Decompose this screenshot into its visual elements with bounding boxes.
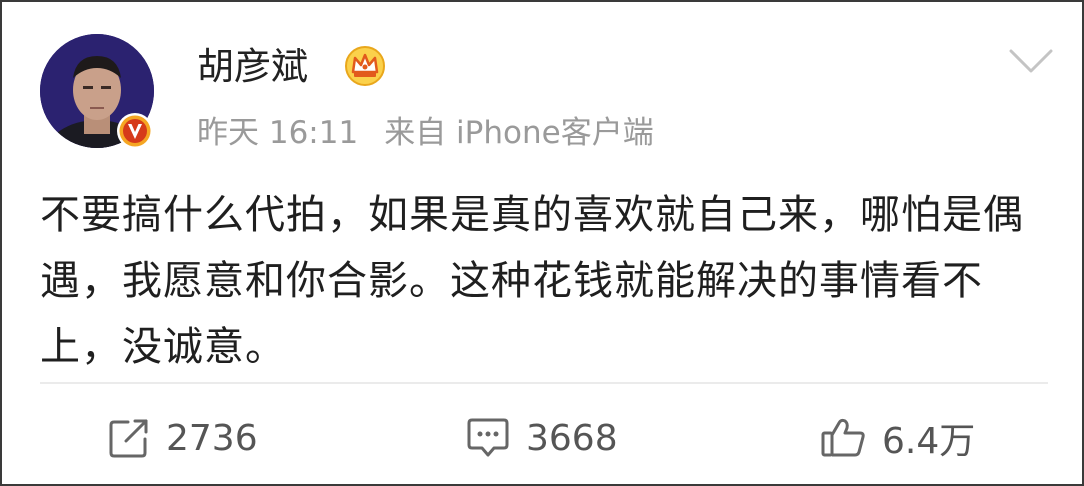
like-count: 6.4万 (882, 421, 976, 462)
thumbs-up-icon (821, 418, 865, 457)
post-body: 不要搞什么代拍，如果是真的喜欢就自己来，哪怕是偶遇，我愿意和你合影。这种花钱就能… (40, 192, 1024, 370)
post-meta: 昨天 16:11 来自 iPhone客户端 (197, 110, 654, 156)
repost-count: 2736 (166, 417, 258, 459)
repost-button[interactable]: 2736 (106, 410, 258, 466)
chevron-down-icon[interactable] (1008, 46, 1054, 76)
comment-button[interactable]: 3668 (464, 410, 618, 466)
verified-v-badge-icon (116, 112, 154, 150)
divider (40, 382, 1048, 384)
comment-count: 3668 (526, 417, 618, 459)
comment-bubble-icon (467, 418, 509, 457)
share-arrow-icon (109, 419, 148, 458)
weibo-post-card: 胡彦斌 昨天 16:11 来自 iPhone客户端 不要搞什么代拍，如果是真的喜欢… (0, 0, 1084, 486)
post-source: 来自 iPhone客户端 (384, 115, 654, 151)
author-name[interactable]: 胡彦斌 (197, 42, 308, 92)
like-button[interactable]: 6.4万 (820, 410, 975, 466)
post-time: 昨天 16:11 (197, 115, 359, 151)
crown-icon (344, 44, 386, 88)
